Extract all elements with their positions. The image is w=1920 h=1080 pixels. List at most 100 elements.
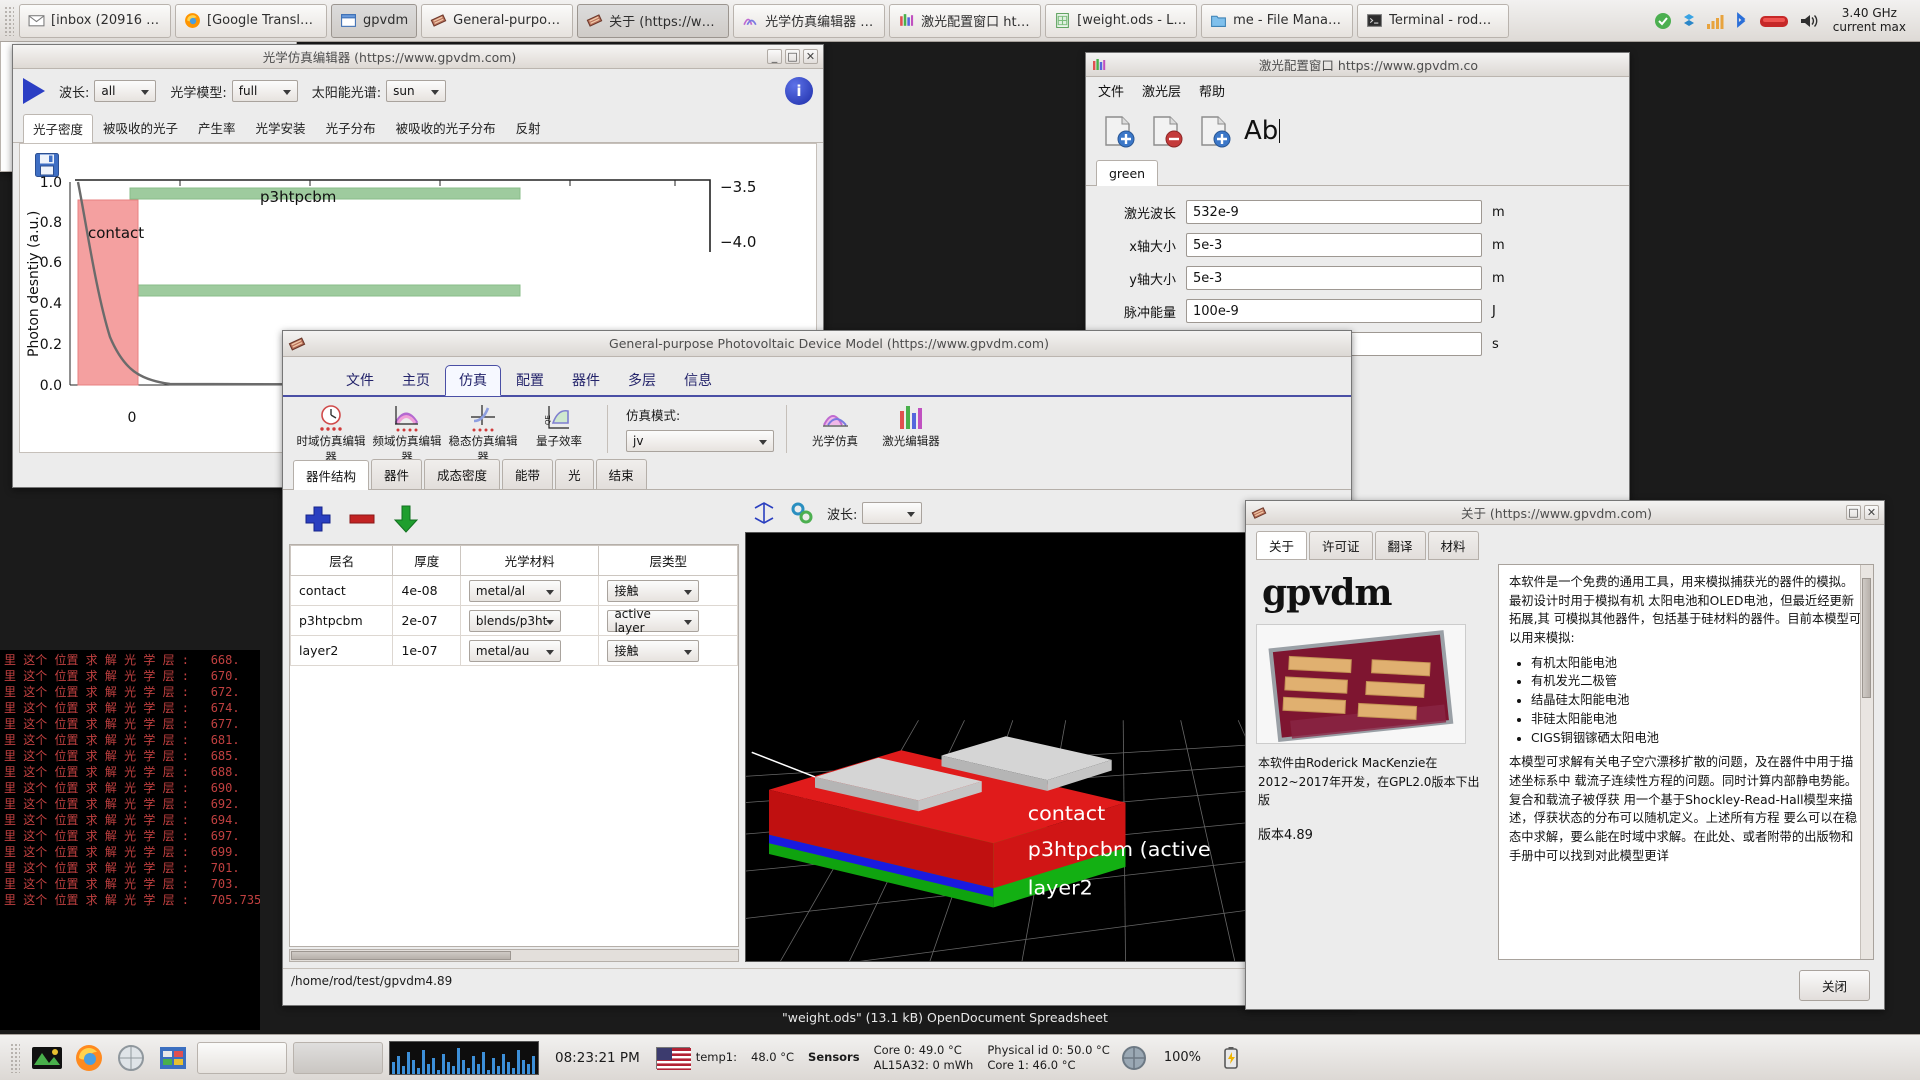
- info-badge[interactable]: i: [785, 77, 813, 105]
- menu-file[interactable]: 文件: [1098, 81, 1124, 100]
- sub-tab-device-structure[interactable]: 器件结构: [293, 460, 370, 490]
- scrollbar-thumb[interactable]: [1862, 578, 1871, 698]
- taskbar-button-terminal[interactable]: Terminal - rod@r...: [1357, 3, 1510, 38]
- ribbon-tab-file[interactable]: 文件: [333, 366, 387, 395]
- sim-mode-select[interactable]: jv: [626, 430, 774, 452]
- ribbon-tab-config[interactable]: 配置: [503, 366, 557, 395]
- sub-tab-end[interactable]: 结束: [595, 459, 647, 489]
- update-icon[interactable]: [1653, 11, 1673, 31]
- network-icon[interactable]: [1705, 11, 1725, 31]
- ribbon-button-laser-editor[interactable]: 激光编辑器: [875, 403, 947, 449]
- ribbon-button-optical-simulation[interactable]: 光学仿真: [799, 403, 871, 449]
- scrollbar-thumb[interactable]: [291, 951, 511, 960]
- table-row[interactable]: p3htpcbm 2e-07 blends/p3ht active layer: [290, 605, 738, 636]
- bluetooth-icon[interactable]: [1731, 11, 1751, 31]
- about-vertical-scrollbar[interactable]: [1860, 565, 1873, 959]
- launcher-gpvdm-icon[interactable]: [155, 1040, 191, 1076]
- sub-tab-band[interactable]: 能带: [502, 459, 554, 489]
- pulse-energy-input[interactable]: 100e-9: [1186, 299, 1482, 323]
- run-simulation-icon[interactable]: [23, 78, 45, 104]
- ribbon-button-time-domain-editor[interactable]: 时域仿真编辑器: [295, 403, 367, 465]
- minus-icon[interactable]: [347, 504, 377, 534]
- launcher-wallpaper-icon[interactable]: [29, 1040, 65, 1076]
- ribbon-tab-info[interactable]: 信息: [671, 366, 725, 395]
- zoom-level[interactable]: 100%: [1158, 1050, 1207, 1065]
- table-row[interactable]: contact 4e-08 metal/al 接触: [290, 575, 738, 606]
- tab-green[interactable]: green: [1096, 160, 1159, 186]
- software-updater-icon[interactable]: [1757, 11, 1791, 31]
- settings-gears-icon[interactable]: [789, 500, 815, 526]
- launcher-firefox-icon[interactable]: [71, 1040, 107, 1076]
- taskbar-button-weight-ods[interactable]: [weight.ods - Libr...: [1045, 3, 1198, 38]
- tab-absorbed-photons[interactable]: 被吸收的光子: [93, 113, 188, 142]
- tab-optical-setup[interactable]: 光学安装: [246, 113, 316, 142]
- about-tab-translation[interactable]: 翻译: [1374, 531, 1426, 560]
- launcher-browser-icon[interactable]: [113, 1040, 149, 1076]
- ribbon-tab-multilayer[interactable]: 多层: [615, 366, 669, 395]
- solar-spectrum-select[interactable]: sun: [386, 80, 447, 102]
- copy-document-icon[interactable]: [1196, 113, 1232, 149]
- maximize-button[interactable]: □: [785, 49, 800, 64]
- clock[interactable]: 08:23:21 PM: [545, 1050, 650, 1066]
- material-select[interactable]: metal/al: [468, 579, 561, 602]
- keyboard-layout-flag-icon[interactable]: [655, 1046, 691, 1070]
- taskbar-button-laser-config[interactable]: 激光配置窗口 http...: [889, 3, 1042, 38]
- sensors-readout[interactable]: temp1: 48.0 °C Sensors Core 0: 49.0 °C A…: [696, 1043, 1110, 1072]
- taskbar-button-general-purpose[interactable]: General-purpose...: [421, 3, 574, 38]
- taskbar-button-about[interactable]: 关于 (https://www...: [577, 3, 730, 38]
- wavelength-select[interactable]: all: [94, 80, 157, 102]
- ribbon-button-frequency-domain-editor[interactable]: 频域仿真编辑器: [371, 403, 443, 465]
- optical-model-select[interactable]: full: [231, 80, 298, 102]
- taskbar-button-gpvdm[interactable]: gpvdm: [331, 3, 418, 38]
- layer-type-select[interactable]: active layer: [607, 607, 700, 635]
- laser-wavelength-input[interactable]: 532e-9: [1186, 200, 1482, 224]
- about-titlebar[interactable]: 关于 (https://www.gpvdm.com) □ ✕: [1246, 501, 1884, 525]
- cpu-frequency-indicator[interactable]: 3.40 GHz current max: [1827, 6, 1912, 35]
- battery-icon[interactable]: [1213, 1040, 1249, 1076]
- window-button-1[interactable]: [197, 1041, 287, 1074]
- x-size-input[interactable]: 5e-3: [1186, 233, 1482, 257]
- layer-table[interactable]: 层名 厚度 光学材料 层类型 contact 4e-08 metal/al 接触…: [289, 544, 739, 947]
- gpvdm-titlebar[interactable]: General-purpose Photovoltaic Device Mode…: [283, 331, 1351, 357]
- minimize-button[interactable]: _: [767, 49, 782, 64]
- window-button-2[interactable]: [293, 1041, 383, 1074]
- close-button[interactable]: ✕: [803, 49, 818, 64]
- layer-type-select[interactable]: 接触: [607, 639, 700, 662]
- sub-tab-device[interactable]: 器件: [371, 459, 423, 489]
- table-row[interactable]: layer2 1e-07 metal/au 接触: [290, 635, 738, 666]
- gpvdm-main-window[interactable]: General-purpose Photovoltaic Device Mode…: [282, 330, 1352, 1006]
- about-tab-about[interactable]: 关于: [1256, 531, 1308, 560]
- remove-document-icon[interactable]: [1148, 113, 1184, 149]
- ribbon-button-steady-state-editor[interactable]: 稳态仿真编辑器: [447, 403, 519, 465]
- sub-tab-light[interactable]: 光: [555, 459, 594, 489]
- layer-table-hscrollbar[interactable]: [289, 949, 739, 962]
- layer-type-select[interactable]: 接触: [607, 579, 700, 602]
- taskbar-button-inbox[interactable]: [inbox (20916 un...: [19, 3, 171, 38]
- menu-laser-layer[interactable]: 激光层: [1142, 81, 1181, 100]
- about-tab-materials[interactable]: 材料: [1427, 531, 1479, 560]
- laser-window-titlebar[interactable]: 激光配置窗口 https://www.gpvdm.co: [1086, 53, 1629, 77]
- sub-tab-dos[interactable]: 成态密度: [424, 459, 501, 489]
- about-dialog[interactable]: 关于 (https://www.gpvdm.com) □ ✕ 关于 许可证 翻译…: [1245, 500, 1885, 1010]
- taskbar-button-optical-editor[interactable]: 光学仿真编辑器 (h...: [733, 3, 886, 38]
- tab-absorbed-photon-distribution[interactable]: 被吸收的光子分布: [386, 113, 506, 142]
- ribbon-tab-device[interactable]: 器件: [559, 366, 613, 395]
- add-document-icon[interactable]: [1100, 113, 1136, 149]
- ribbon-tab-simulation[interactable]: 仿真: [445, 365, 501, 396]
- material-select[interactable]: blends/p3ht: [468, 609, 561, 632]
- optical-window-titlebar[interactable]: 光学仿真编辑器 (https://www.gpvdm.com) _ □ ✕: [13, 45, 823, 69]
- plus-icon[interactable]: [303, 504, 333, 534]
- tab-reflection[interactable]: 反射: [506, 113, 551, 142]
- material-select[interactable]: metal/au: [468, 639, 561, 662]
- tab-photon-distribution[interactable]: 光子分布: [316, 113, 386, 142]
- system-monitor-graph[interactable]: [389, 1040, 539, 1075]
- ribbon-tab-home[interactable]: 主页: [389, 366, 443, 395]
- close-button[interactable]: 关闭: [1798, 970, 1870, 1001]
- menu-help[interactable]: 帮助: [1199, 81, 1225, 100]
- bottom-panel-grip[interactable]: [10, 1042, 20, 1073]
- down-arrow-icon[interactable]: [391, 504, 421, 534]
- dropbox-icon[interactable]: [1679, 11, 1699, 31]
- taskbar-button-file-manager[interactable]: me - File Manager: [1201, 3, 1354, 38]
- axes-icon[interactable]: [751, 500, 777, 526]
- terminal-window[interactable]: 里 这个 位置 求 解 光 学 层 : 668. 里 这个 位置 求 解 光 学…: [0, 650, 260, 1030]
